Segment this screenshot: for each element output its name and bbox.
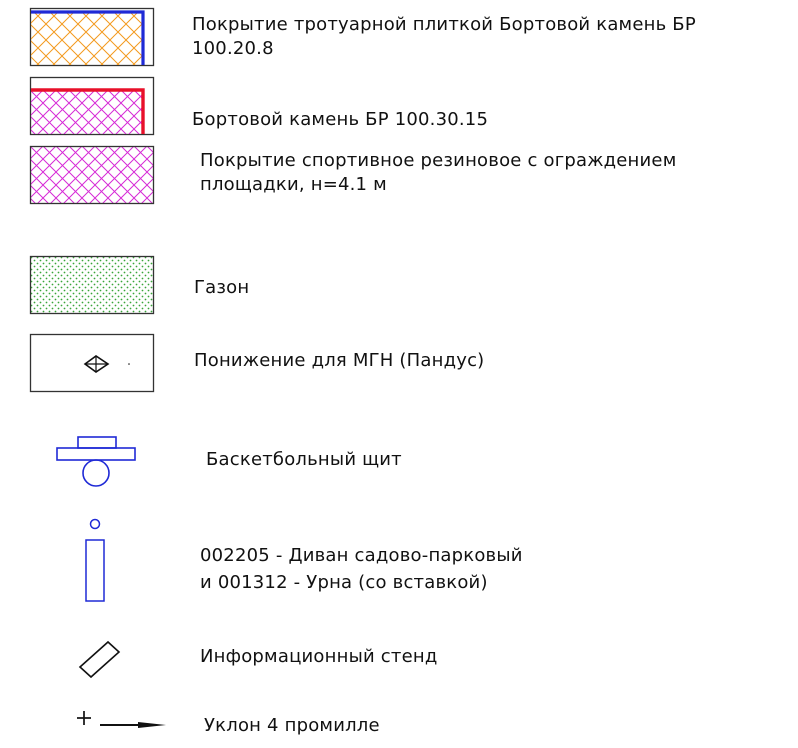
green-dotted-fill-icon xyxy=(29,255,155,315)
legend-label-line: Покрытие тротуарной плиткой Бортовой кам… xyxy=(192,14,696,35)
legend-label-line: Информационный стенд xyxy=(200,646,438,667)
legend-label-line: Газон xyxy=(194,277,250,298)
orange-hatch-blue-border-icon xyxy=(29,7,155,67)
ramp-icon xyxy=(29,333,155,393)
slope-arrow-icon xyxy=(76,709,176,735)
info-stand-icon xyxy=(78,640,122,679)
legend-label-line: Покрытие спортивное резиновое с огражден… xyxy=(200,150,677,171)
legend: Покрытие тротуарной плиткой Бортовой кам… xyxy=(0,0,798,748)
legend-label-line: Баскетбольный щит xyxy=(206,449,402,470)
legend-label-line: и 001312 - Урна (со вставкой) xyxy=(200,572,488,593)
basketball-backboard-icon xyxy=(56,436,138,490)
legend-label-line: Уклон 4 промилле xyxy=(204,715,380,736)
bench-urn-icon xyxy=(84,517,108,603)
magenta-crosshatch-icon xyxy=(29,145,155,205)
legend-label-line: Бортовой камень БР 100.30.15 xyxy=(192,109,489,130)
legend-label-line: 100.20.8 xyxy=(192,38,274,59)
legend-label-line: площадки, н=4.1 м xyxy=(200,174,387,195)
legend-label-line: 002205 - Диван садово-парковый xyxy=(200,545,523,566)
magenta-hatch-red-border-icon xyxy=(29,76,155,136)
legend-label-line: Понижение для МГН (Пандус) xyxy=(194,350,485,371)
